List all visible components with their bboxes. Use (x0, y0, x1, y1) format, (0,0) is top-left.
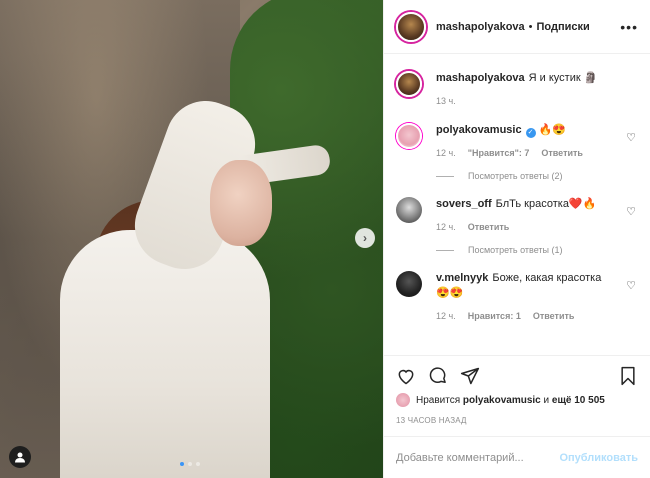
comment-likes[interactable]: Нравится: 1 (468, 309, 521, 324)
comment-time: 12 ч. (436, 222, 456, 232)
comment-username[interactable]: sovers_off (436, 198, 492, 210)
carousel-dot (180, 462, 184, 466)
post-side-panel: mashapolyakova • Подписки ••• mashapolya… (383, 0, 650, 478)
view-replies-button[interactable]: Посмотреть ответы (1) (436, 245, 638, 255)
comment-username[interactable]: mashapolyakova (436, 72, 525, 84)
heart-icon[interactable]: ♡ (626, 205, 636, 218)
post-timestamp[interactable]: 13 ЧАСОВ НАЗАД (396, 416, 467, 425)
post-header: mashapolyakova • Подписки ••• (384, 0, 650, 54)
more-options-icon[interactable]: ••• (620, 19, 638, 35)
avatar[interactable] (396, 197, 422, 223)
carousel-dot (196, 462, 200, 466)
following-button[interactable]: Подписки (537, 21, 590, 33)
photo-blouse (60, 230, 270, 478)
comment-time: 13 ч. (436, 96, 456, 106)
comment-item: sovers_off БлТь красотка❤️🔥 12 ч. Ответит… (396, 197, 638, 235)
avatar[interactable] (396, 123, 422, 149)
view-replies-button[interactable]: Посмотреть ответы (2) (436, 171, 638, 181)
next-slide-button[interactable]: › (355, 228, 375, 248)
post-photo[interactable]: › (0, 0, 383, 478)
add-comment-bar: Добавьте комментарий... Опубликовать (384, 436, 650, 478)
comment-item: v.melnyyk Боже, какая красотка 😍😍 12 ч. Н… (396, 271, 638, 324)
likes-count[interactable]: ещё 10 505 (552, 395, 605, 406)
comment-text: 🔥😍 (538, 124, 566, 136)
verified-badge-icon: ✓ (525, 128, 536, 138)
carousel-dots (180, 462, 200, 466)
user-icon (15, 452, 25, 463)
tagged-users-button[interactable] (9, 446, 31, 468)
comment-time: 12 ч. (436, 148, 456, 158)
comments-list[interactable]: mashapolyakova Я и кустик 🗿 13 ч. polyako… (384, 55, 650, 355)
bookmark-icon[interactable] (618, 366, 638, 386)
likes-summary: Нравится polyakovamusic и ещё 10 505 (396, 393, 605, 407)
comment-time: 12 ч. (436, 311, 456, 321)
comment-likes[interactable]: "Нравится": 7 (468, 146, 530, 161)
author-avatar[interactable] (396, 11, 426, 42)
heart-icon[interactable]: ♡ (626, 131, 636, 144)
comment-item: polyakovamusic ✓ 🔥😍 12 ч. "Нравится": 7 От… (396, 123, 638, 161)
avatar[interactable] (396, 71, 422, 97)
like-heart-icon[interactable] (396, 366, 416, 386)
comment-text: Я и кустик 🗿 (528, 72, 598, 84)
view-replies-label: Посмотреть ответы (1) (468, 245, 563, 255)
reply-button[interactable]: Ответить (541, 146, 583, 161)
heart-icon[interactable]: ♡ (626, 279, 636, 292)
comment-icon[interactable] (428, 366, 448, 386)
author-username[interactable]: mashapolyakova (436, 21, 525, 33)
view-replies-label: Посмотреть ответы (2) (468, 171, 563, 181)
liker-username[interactable]: polyakovamusic (463, 395, 541, 406)
chevron-right-icon: › (363, 231, 367, 245)
publish-button[interactable]: Опубликовать (559, 452, 638, 464)
share-icon[interactable] (460, 366, 480, 386)
replies-divider (436, 249, 454, 251)
comment-text: БлТь красотка❤️🔥 (495, 198, 597, 210)
comment-username[interactable]: v.melnyyk (436, 272, 488, 284)
carousel-dot (188, 462, 192, 466)
replies-divider (436, 175, 454, 177)
comment-input[interactable]: Добавьте комментарий... (396, 452, 524, 464)
reply-button[interactable]: Ответить (533, 309, 575, 324)
avatar[interactable] (396, 271, 422, 297)
post-actions (384, 355, 650, 395)
likes-prefix: Нравится (416, 394, 461, 406)
photo-face (210, 160, 272, 246)
reply-button[interactable]: Ответить (468, 220, 510, 235)
comment-username[interactable]: polyakovamusic (436, 124, 522, 136)
header-separator: • (528, 20, 533, 33)
caption: mashapolyakova Я и кустик 🗿 13 ч. (396, 71, 638, 109)
likes-middle: и (543, 394, 550, 406)
liker-avatar[interactable] (396, 393, 410, 407)
